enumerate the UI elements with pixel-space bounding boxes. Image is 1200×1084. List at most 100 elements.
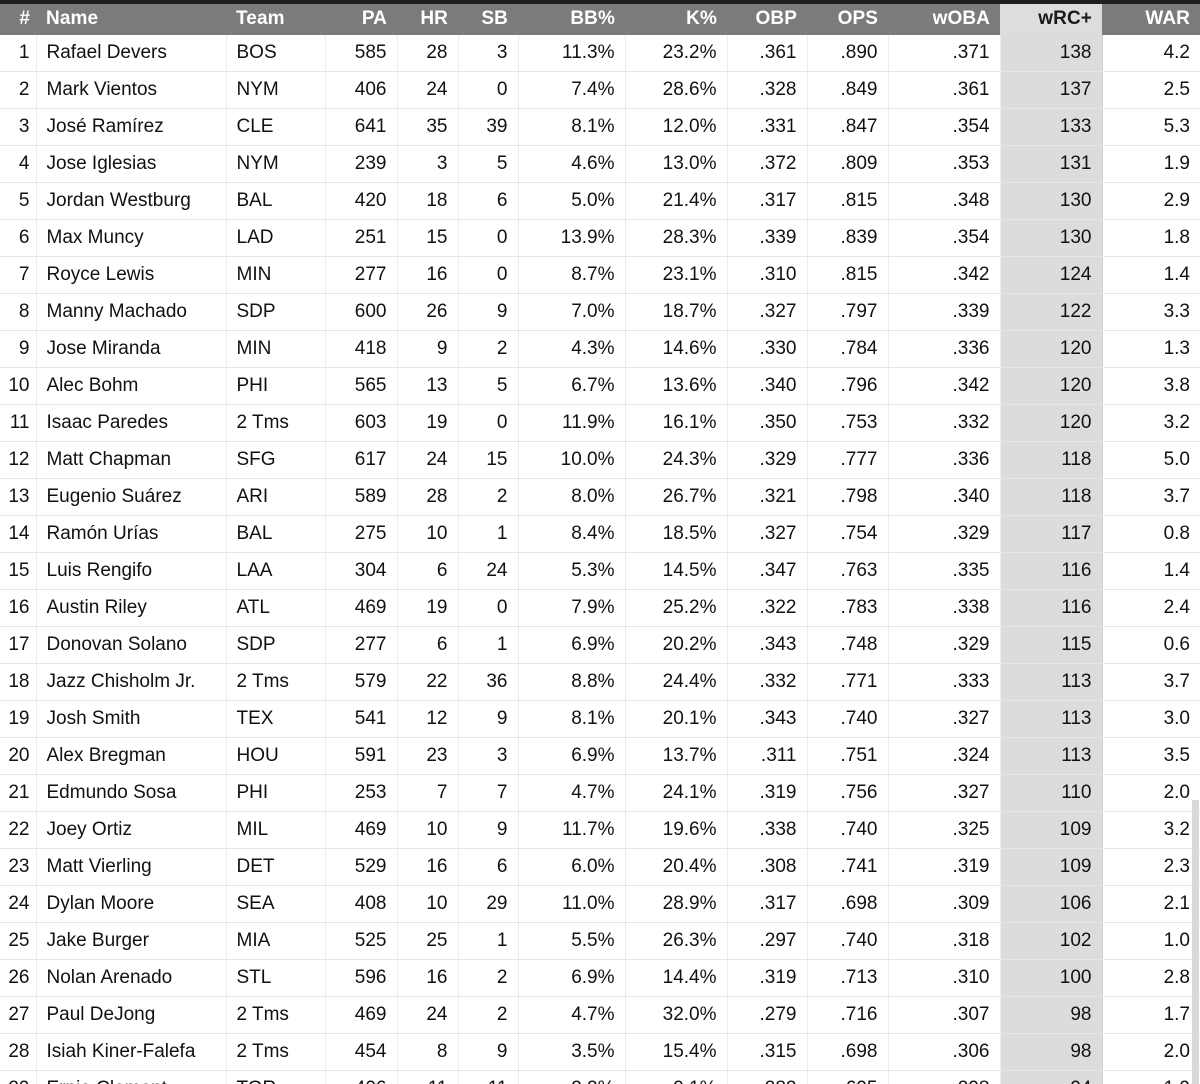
cell-name[interactable]: Isaac Paredes xyxy=(36,404,227,442)
cell-pa: 600 xyxy=(325,293,398,331)
table-row[interactable]: 14 Ramón Urías BAL 275 10 1 8.4% 18.5% .327.754.… xyxy=(0,515,1200,553)
cell-name[interactable]: Donovan Solano xyxy=(36,626,227,664)
table-row[interactable]: 24 Dylan Moore SEA 408 10 29 11.0% 28.9% .317.69… xyxy=(0,885,1200,923)
table-row[interactable]: 27 Paul DeJong 2 Tms 469 24 2 4.7% 32.0% .279.71… xyxy=(0,996,1200,1034)
cell-team: MIA xyxy=(226,922,326,960)
cell-name[interactable]: Matt Chapman xyxy=(36,441,227,479)
cell-name[interactable]: Matt Vierling xyxy=(36,848,227,886)
cell-name[interactable]: Joey Ortiz xyxy=(36,811,227,849)
cell-bbpct: 7.4% xyxy=(518,71,626,109)
cell-sb: 15 xyxy=(458,441,519,479)
vertical-scrollbar[interactable] xyxy=(1191,4,1200,1084)
cell-name[interactable]: Josh Smith xyxy=(36,700,227,738)
cell-war: 3.0 xyxy=(1102,700,1200,738)
table-row[interactable]: 8 Manny Machado SDP 600 26 9 7.0% 18.7% .327.797… xyxy=(0,293,1200,331)
cell-name[interactable]: Jose Iglesias xyxy=(36,145,227,183)
cell-hr: 24 xyxy=(397,441,459,479)
table-row[interactable]: 10 Alec Bohm PHI 565 13 5 6.7% 13.6% .340.796.34… xyxy=(0,367,1200,405)
table-row[interactable]: 29Ernie ClementTOR40611112.2%9.1%.282.69… xyxy=(0,1070,1200,1084)
column-header-rank[interactable]: # xyxy=(0,4,36,35)
table-row[interactable]: 25 Jake Burger MIA 525 25 1 5.5% 26.3% .297.740.… xyxy=(0,922,1200,960)
cell-kpct: 24.3% xyxy=(625,441,728,479)
column-header-wrcp[interactable]: wRC+ xyxy=(1000,4,1102,35)
cell-name[interactable]: Paul DeJong xyxy=(36,996,227,1034)
table-row[interactable]: 28 Isiah Kiner-Falefa 2 Tms 454 8 9 3.5% 15.4%.… xyxy=(0,1033,1200,1071)
cell-wrcp: 122 xyxy=(1000,293,1103,331)
table-row[interactable]: 18 Jazz Chisholm Jr. 2 Tms 579 22 36 8.8% 24.4%… xyxy=(0,663,1200,701)
cell-ops: .798 xyxy=(807,478,889,516)
cell-name[interactable]: Alex Bregman xyxy=(36,737,227,775)
table-row[interactable]: 26 Nolan Arenado STL 596 16 2 6.9% 14.4% .319.71… xyxy=(0,959,1200,997)
cell-name[interactable]: Nolan Arenado xyxy=(36,959,227,997)
cell-kpct: 20.2% xyxy=(625,626,728,664)
table-row[interactable]: 2 Mark Vientos NYM 406 24 0 7.4% 28.6% .328.849.… xyxy=(0,71,1200,109)
cell-name[interactable]: Manny Machado xyxy=(36,293,227,331)
cell-sb: 11 xyxy=(458,1070,519,1084)
column-header-obp[interactable]: OBP xyxy=(727,4,807,35)
column-header-pa[interactable]: PA xyxy=(325,4,397,35)
cell-sb: 5 xyxy=(458,367,519,405)
table-row[interactable]: 4 Jose Iglesias NYM 239 3 5 4.6% 13.0% .372.809.… xyxy=(0,145,1200,183)
cell-ops: .756 xyxy=(807,774,889,812)
table-row[interactable]: 11 Isaac Paredes 2 Tms 603 19 0 11.9% 16.1% .350… xyxy=(0,404,1200,442)
column-header-team[interactable]: Team xyxy=(226,4,325,35)
table-row[interactable]: 22 Joey Ortiz MIL 469 10 9 11.7% 19.6% .338.740.… xyxy=(0,811,1200,849)
table-row[interactable]: 9 Jose Miranda MIN 418 9 2 4.3% 14.6% .330.784.3… xyxy=(0,330,1200,368)
table-row[interactable]: 17 Donovan Solano SDP 277 6 1 6.9% 20.2% .343.74… xyxy=(0,626,1200,664)
column-header-kpct[interactable]: K% xyxy=(625,4,727,35)
cell-name[interactable]: Alec Bohm xyxy=(36,367,227,405)
table-row[interactable]: 19 Josh Smith TEX 541 12 9 8.1% 20.1% .343.740.3… xyxy=(0,700,1200,738)
column-header-woba[interactable]: wOBA xyxy=(888,4,1000,35)
table-row[interactable]: 7 Royce Lewis MIN 277 16 0 8.7% 23.1% .310.815.3… xyxy=(0,256,1200,294)
cell-name[interactable]: Ernie Clement xyxy=(36,1070,227,1084)
cell-team: DET xyxy=(226,848,326,886)
column-header-war[interactable]: WAR xyxy=(1102,4,1200,35)
table-row[interactable]: 20 Alex Bregman HOU 591 23 3 6.9% 13.7% .311.751… xyxy=(0,737,1200,775)
column-header-name[interactable]: Name xyxy=(36,4,226,35)
cell-name[interactable]: Edmundo Sosa xyxy=(36,774,227,812)
column-header-bbpct[interactable]: BB% xyxy=(518,4,625,35)
cell-name[interactable]: Royce Lewis xyxy=(36,256,227,294)
cell-name[interactable]: Mark Vientos xyxy=(36,71,227,109)
table-row[interactable]: 23 Matt Vierling DET 529 16 6 6.0% 20.4% .308.74… xyxy=(0,848,1200,886)
cell-name[interactable]: Jazz Chisholm Jr. xyxy=(36,663,227,701)
table-row[interactable]: 3 José Ramírez CLE 641 35 39 8.1% 12.0% .331.847… xyxy=(0,108,1200,146)
table-row[interactable]: 5 Jordan Westburg BAL 420 18 6 5.0% 21.4% .317.8… xyxy=(0,182,1200,220)
column-header-hr[interactable]: HR xyxy=(397,4,458,35)
cell-name[interactable]: Eugenio Suárez xyxy=(36,478,227,516)
cell-ops: .713 xyxy=(807,959,889,997)
table-scroll-container[interactable]: # Name Team PA HR SB BB% K% OBP OPS wOBA wRC+ WAR 1R… xyxy=(0,4,1200,1084)
table-row[interactable]: 15 Luis Rengifo LAA 304 6 24 5.3% 14.5% .347.763… xyxy=(0,552,1200,590)
cell-name[interactable]: Austin Riley xyxy=(36,589,227,627)
table-row[interactable]: 21 Edmundo Sosa PHI 253 7 7 4.7% 24.1% .319.756.… xyxy=(0,774,1200,812)
cell-rank: 4 xyxy=(0,145,37,183)
cell-kpct: 21.4% xyxy=(625,182,728,220)
cell-name[interactable]: Dylan Moore xyxy=(36,885,227,923)
cell-name[interactable]: Jake Burger xyxy=(36,922,227,960)
column-header-sb[interactable]: SB xyxy=(458,4,518,35)
cell-name[interactable]: Luis Rengifo xyxy=(36,552,227,590)
cell-wrcp: 130 xyxy=(1000,182,1103,220)
cell-name[interactable]: Ramón Urías xyxy=(36,515,227,553)
table-row[interactable]: 12 Matt Chapman SFG 617 24 15 10.0% 24.3% .329.7… xyxy=(0,441,1200,479)
cell-team: 2 Tms xyxy=(226,663,326,701)
cell-sb: 36 xyxy=(458,663,519,701)
cell-name[interactable]: Max Muncy xyxy=(36,219,227,257)
cell-name[interactable]: Rafael Devers xyxy=(36,35,227,72)
table-row[interactable]: 1 Rafael Devers BOS 585 28 3 11.3% 23.2% .361.89… xyxy=(0,35,1200,72)
cell-hr: 28 xyxy=(397,35,459,72)
cell-pa: 585 xyxy=(325,35,398,72)
table-row[interactable]: 13 Eugenio Suárez ARI 589 28 2 8.0% 26.7% .321.7… xyxy=(0,478,1200,516)
table-row[interactable]: 16 Austin Riley ATL 469 19 0 7.9% 25.2% .322.783… xyxy=(0,589,1200,627)
cell-name[interactable]: Jose Miranda xyxy=(36,330,227,368)
cell-name[interactable]: Jordan Westburg xyxy=(36,182,227,220)
cell-name[interactable]: Isiah Kiner-Falefa xyxy=(36,1033,227,1071)
table-row[interactable]: 6 Max Muncy LAD 251 15 0 13.9% 28.3% .339.839.35… xyxy=(0,219,1200,257)
cell-war: 1.0 xyxy=(1102,922,1200,960)
column-header-ops[interactable]: OPS xyxy=(807,4,888,35)
cell-ops: .754 xyxy=(807,515,889,553)
cell-pa: 565 xyxy=(325,367,398,405)
cell-name[interactable]: José Ramírez xyxy=(36,108,227,146)
cell-sb: 9 xyxy=(458,1033,519,1071)
scrollbar-thumb[interactable] xyxy=(1192,800,1199,1084)
